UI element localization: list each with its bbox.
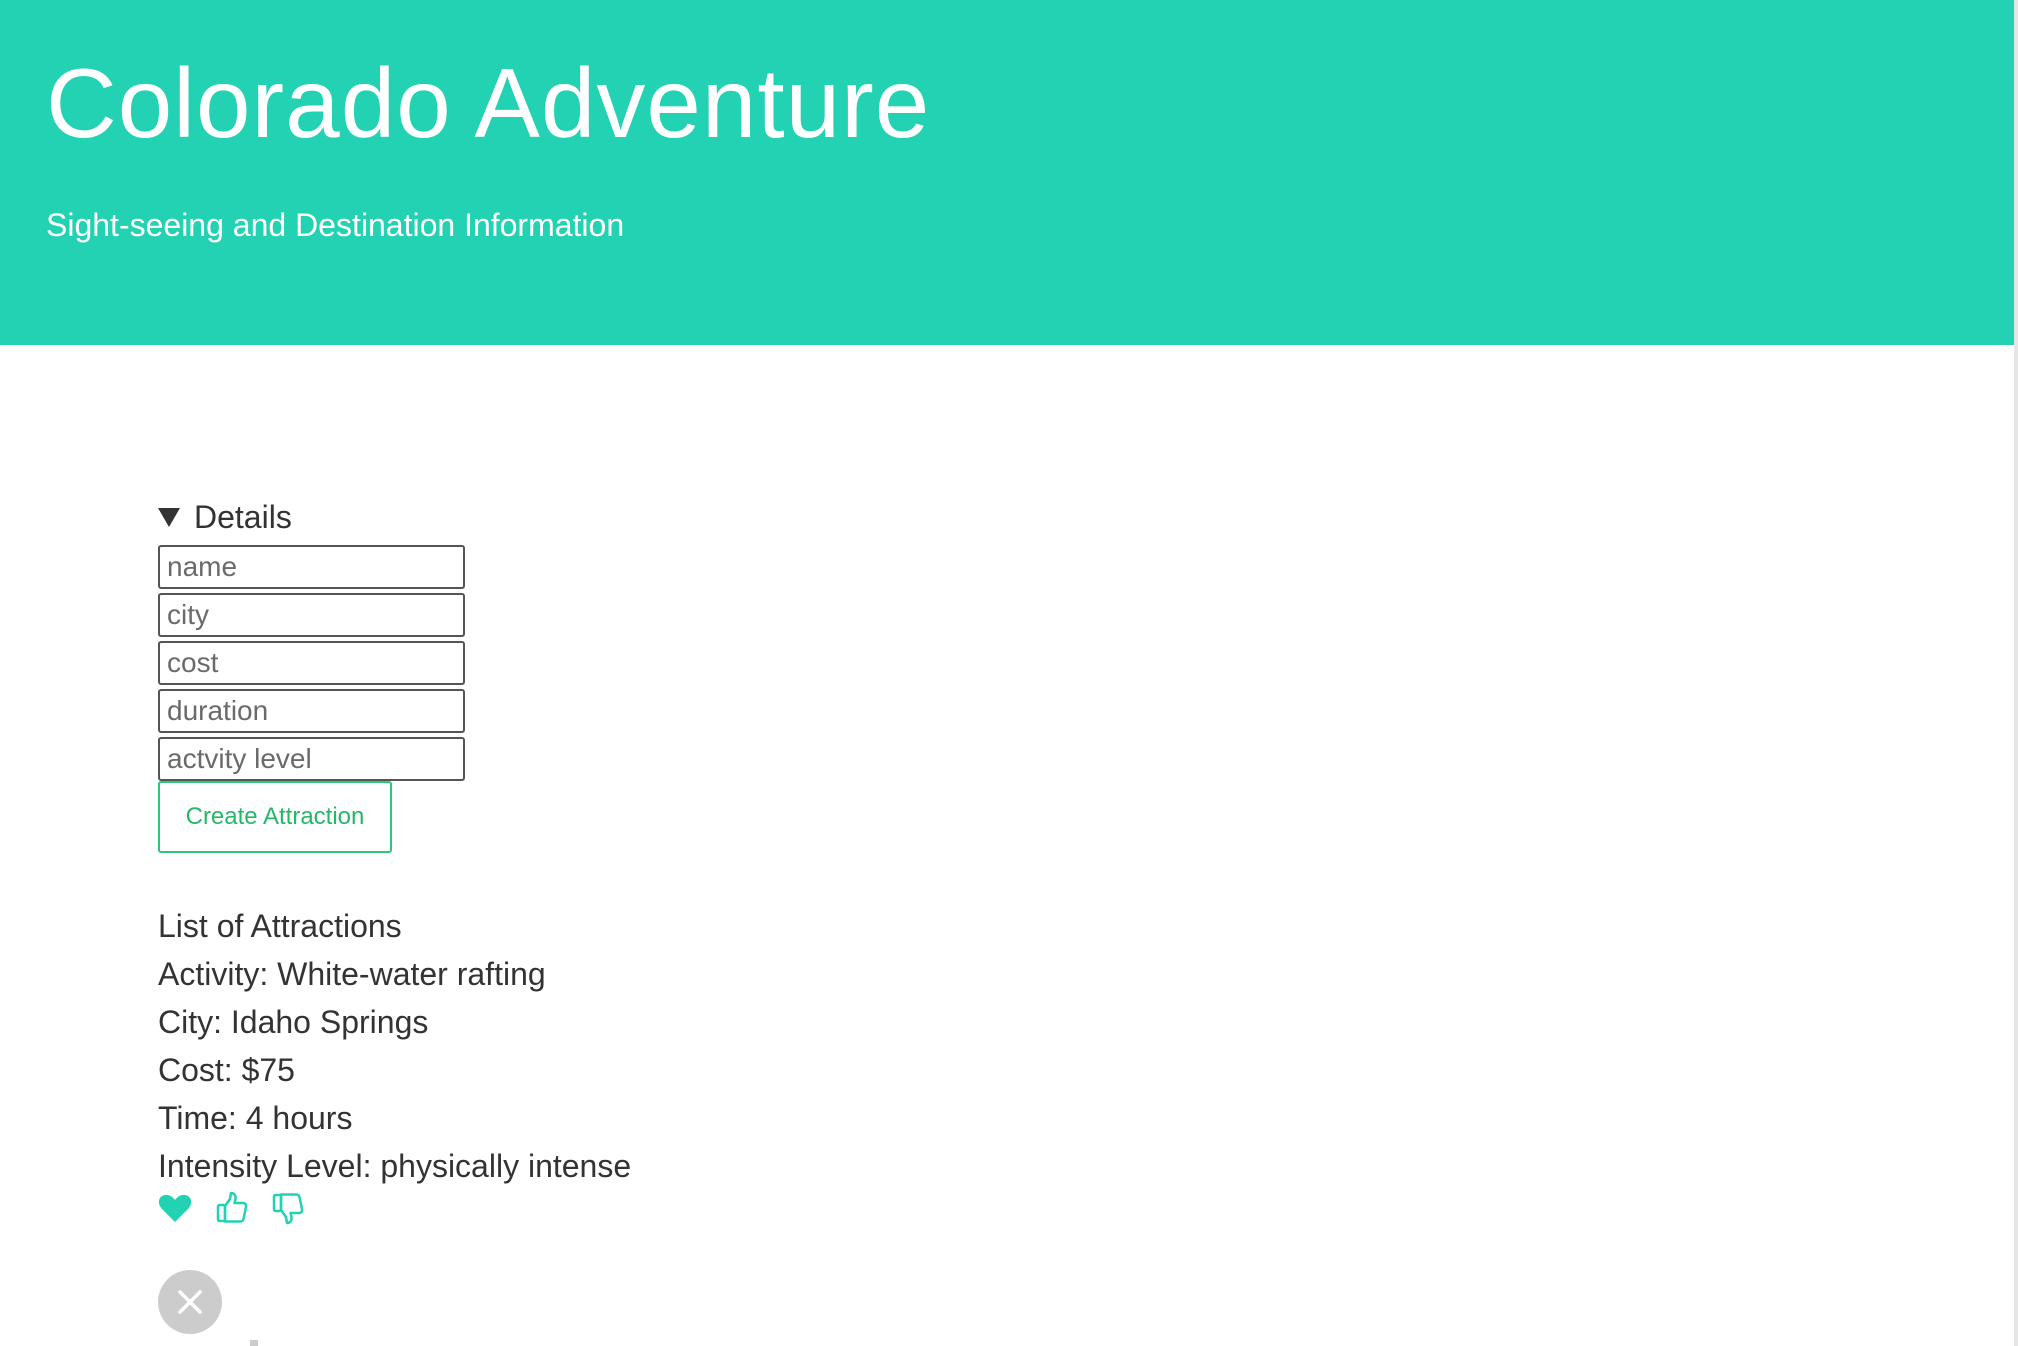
create-attraction-button[interactable]: Create Attraction (158, 781, 392, 853)
attraction-cost: Cost: $75 (158, 1052, 295, 1088)
attraction-time: Time: 4 hours (158, 1100, 353, 1136)
attractions-heading: List of Attractions (158, 908, 402, 944)
thumbs-down-icon[interactable] (270, 1190, 306, 1226)
page: Colorado Adventure Sight-seeing and Dest… (0, 0, 2018, 1346)
duration-input[interactable] (158, 689, 465, 733)
disclosure-triangle-icon (158, 507, 180, 527)
details-toggle[interactable]: Details (158, 495, 292, 539)
attraction-activity: Activity: White-water rafting (158, 956, 546, 992)
thumbs-up-icon[interactable] (214, 1190, 250, 1226)
hero-header: Colorado Adventure Sight-seeing and Dest… (0, 0, 2014, 345)
close-icon (178, 1290, 202, 1314)
cost-input[interactable] (158, 641, 465, 685)
browser-viewport: Colorado Adventure Sight-seeing and Dest… (0, 0, 2014, 1346)
close-button[interactable] (158, 1270, 222, 1334)
city-input[interactable] (158, 593, 465, 637)
attraction-intensity: Intensity Level: physically intense (158, 1148, 632, 1184)
details-label: Details (194, 499, 292, 535)
attraction-city: City: Idaho Springs (158, 1004, 429, 1040)
name-input[interactable] (158, 545, 465, 589)
cut-off-content (250, 1340, 258, 1346)
page-title: Colorado Adventure (46, 48, 931, 158)
activity-level-input[interactable] (158, 737, 465, 781)
window-edge (2014, 0, 2018, 1346)
page-subtitle: Sight-seeing and Destination Information (46, 207, 625, 243)
heart-icon[interactable] (157, 1190, 193, 1226)
